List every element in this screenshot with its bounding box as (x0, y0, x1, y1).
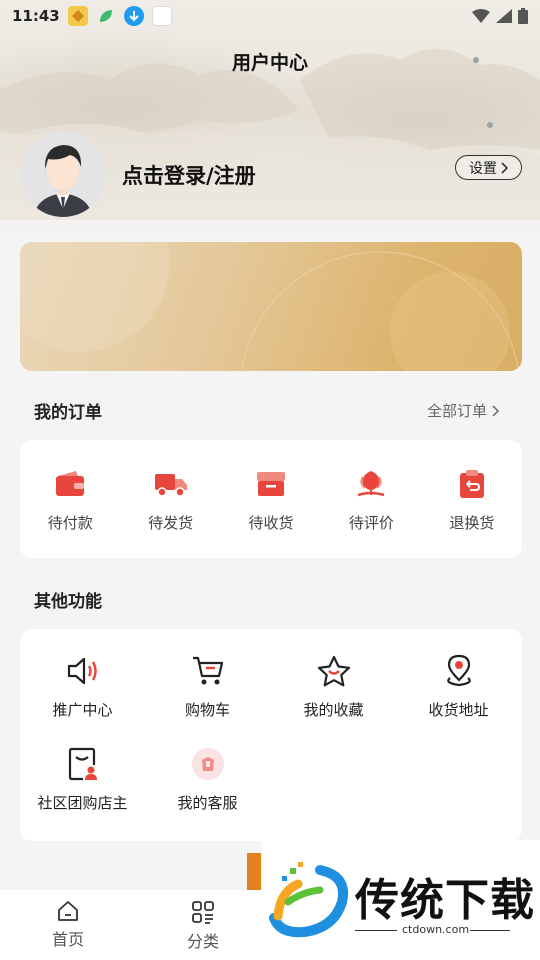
app-icon-green-leaf (96, 6, 116, 26)
func-label: 收货地址 (428, 701, 489, 719)
func-cart[interactable]: 购物车 (145, 651, 270, 720)
watermark-logo-icon (269, 862, 348, 938)
tab-category[interactable]: 分类 (163, 900, 243, 952)
return-icon (454, 466, 490, 502)
func-label: 推广中心 (52, 701, 113, 719)
func-promotion-center[interactable]: 推广中心 (20, 651, 145, 720)
chevron-right-icon (492, 404, 500, 417)
user-avatar-icon (20, 131, 106, 217)
func-community-shop-owner[interactable]: 社区团购店主 (20, 744, 145, 813)
speaker-icon (63, 651, 103, 691)
watermark-overlay: 传统下载 ctdown.com (262, 840, 540, 960)
status-time: 11:43 (12, 7, 60, 25)
watermark-orange-strip (247, 853, 261, 890)
tab-label: 分类 (186, 932, 219, 951)
tab-home[interactable]: 首页 (28, 900, 108, 950)
chevron-right-icon (501, 161, 508, 174)
func-address[interactable]: 收货地址 (396, 651, 521, 720)
home-icon (58, 901, 78, 921)
order-item-label: 待收货 (248, 514, 294, 532)
app-icon-white (151, 6, 172, 26)
all-orders-link[interactable]: 全部订单 (427, 400, 500, 421)
wallet-icon (52, 466, 88, 502)
func-label: 社区团购店主 (37, 794, 128, 812)
order-pending-receipt[interactable]: 待收货 (221, 440, 321, 558)
category-icon (192, 901, 214, 924)
functions-section-title: 其他功能 (34, 592, 102, 612)
flower-icon (353, 466, 389, 502)
orders-section-title: 我的订单 (34, 403, 102, 423)
settings-label: 设置 (469, 160, 497, 177)
banner-decoration (20, 242, 519, 371)
all-orders-label: 全部订单 (427, 402, 488, 420)
status-bar: 11:43 (0, 0, 540, 32)
truck-icon (153, 466, 189, 502)
func-favorites[interactable]: 我的收藏 (271, 651, 396, 720)
app-icon-orange (67, 6, 88, 26)
signal-icon (496, 9, 512, 23)
func-label: 我的客服 (177, 794, 238, 812)
order-item-label: 待发货 (148, 514, 194, 532)
settings-button[interactable]: 设置 (455, 155, 522, 180)
avatar[interactable] (20, 131, 106, 217)
page-title: 用户中心 (231, 52, 308, 74)
functions-card: 推广中心 购物车 我的收藏 收货地址 社区团购店主 我的客服 (20, 629, 522, 841)
promo-banner[interactable] (20, 242, 522, 371)
order-item-label: 待付款 (47, 514, 93, 532)
customer-service-icon (188, 744, 228, 784)
order-returns[interactable]: 退换货 (422, 440, 522, 558)
cart-icon (188, 651, 228, 691)
app-icon-download (123, 6, 144, 26)
watermark-line-right (470, 930, 510, 931)
func-customer-service[interactable]: 我的客服 (145, 744, 270, 813)
watermark-url: ctdown.com (402, 923, 470, 936)
tab-label: 首页 (51, 930, 84, 949)
wifi-icon (472, 9, 490, 23)
func-label: 购物车 (184, 701, 230, 719)
func-label: 我的收藏 (303, 701, 364, 719)
orders-card: 待付款 待发货 待收货 待评价 退换货 (20, 440, 522, 558)
battery-icon (518, 8, 528, 24)
status-right-icons (472, 8, 528, 24)
order-pending-review[interactable]: 待评价 (321, 440, 421, 558)
watermark-line-left (355, 930, 397, 931)
location-icon (439, 651, 479, 691)
star-icon (314, 651, 354, 691)
order-item-label: 退换货 (449, 514, 495, 532)
login-register-link[interactable]: 点击登录/注册 (122, 160, 256, 190)
package-icon (253, 466, 289, 502)
watermark-text: 传统下载 (355, 875, 535, 926)
order-item-label: 待评价 (348, 514, 394, 532)
shop-owner-icon (63, 744, 103, 784)
order-pending-payment[interactable]: 待付款 (20, 440, 120, 558)
order-pending-shipment[interactable]: 待发货 (120, 440, 220, 558)
